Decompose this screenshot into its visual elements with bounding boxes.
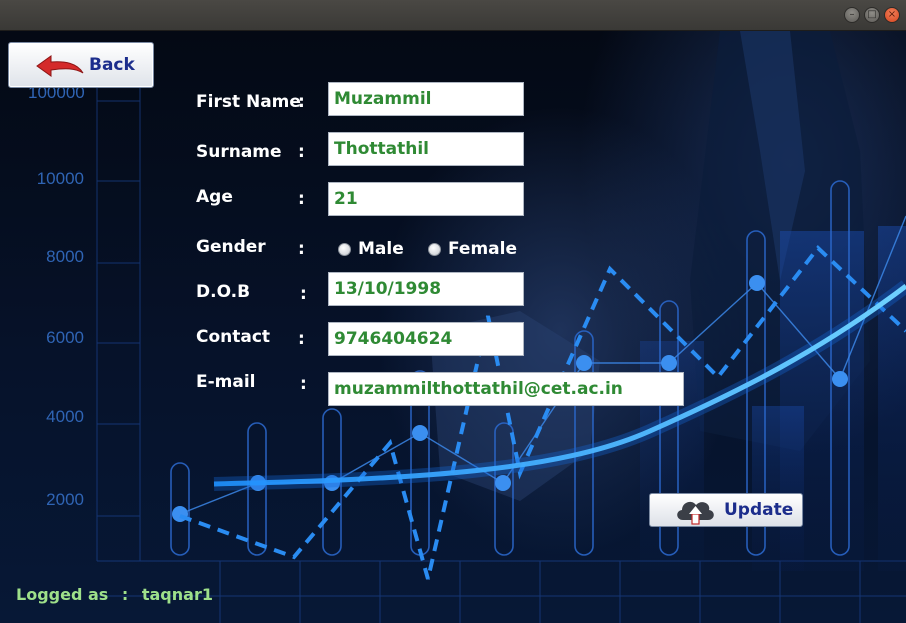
background-y-tick: 4000: [46, 407, 84, 426]
maximize-icon[interactable]: □: [864, 7, 880, 23]
contact-field[interactable]: 9746404624: [328, 322, 524, 356]
age-separator: :: [298, 189, 305, 209]
dob-field[interactable]: 13/10/1998: [328, 272, 524, 306]
gender-female-radio[interactable]: [428, 243, 441, 256]
gender-male-label[interactable]: Male: [358, 239, 404, 259]
background-y-tick: 10000: [36, 169, 84, 188]
surname-separator: :: [298, 142, 305, 162]
window-titlebar: – □ ×: [0, 0, 906, 31]
surname-field[interactable]: Thottathil: [328, 132, 524, 166]
back-button[interactable]: Back: [8, 42, 154, 88]
update-button-label: Update: [724, 500, 794, 520]
age-label: Age: [196, 187, 233, 207]
form-panel: 100000 10000 8000 6000 4000 2000 Back Fi…: [0, 31, 906, 623]
background-y-tick: 8000: [46, 247, 84, 266]
back-arrow-icon: [36, 55, 84, 77]
logged-as-separator: :: [121, 585, 129, 604]
logged-as-label: Logged as: [16, 585, 109, 604]
dob-separator: :: [300, 284, 307, 304]
background-y-tick: 2000: [46, 490, 84, 509]
age-field[interactable]: 21: [328, 182, 524, 216]
gender-separator: :: [298, 239, 305, 259]
contact-separator: :: [298, 329, 305, 349]
close-icon[interactable]: ×: [884, 7, 900, 23]
contact-label: Contact: [196, 327, 271, 347]
update-button[interactable]: Update: [649, 493, 803, 527]
first-name-separator: :: [298, 92, 305, 112]
email-label: E-mail: [196, 372, 256, 392]
back-button-label: Back: [89, 55, 135, 75]
minimize-icon[interactable]: –: [844, 7, 860, 23]
first-name-label: First Name: [196, 92, 301, 112]
logged-in-status: Logged as : taqnar1: [16, 585, 213, 604]
logged-username: taqnar1: [141, 585, 213, 604]
surname-label: Surname: [196, 142, 282, 162]
gender-female-label[interactable]: Female: [448, 239, 517, 259]
cloud-upload-icon: [677, 501, 714, 525]
gender-male-radio[interactable]: [338, 243, 351, 256]
dob-label: D.O.B: [196, 282, 251, 302]
email-separator: :: [300, 374, 307, 394]
background-y-tick: 6000: [46, 328, 84, 347]
gender-label: Gender: [196, 237, 266, 257]
email-field[interactable]: muzammilthottathil@cet.ac.in: [328, 372, 684, 406]
first-name-field[interactable]: Muzammil: [328, 82, 524, 116]
